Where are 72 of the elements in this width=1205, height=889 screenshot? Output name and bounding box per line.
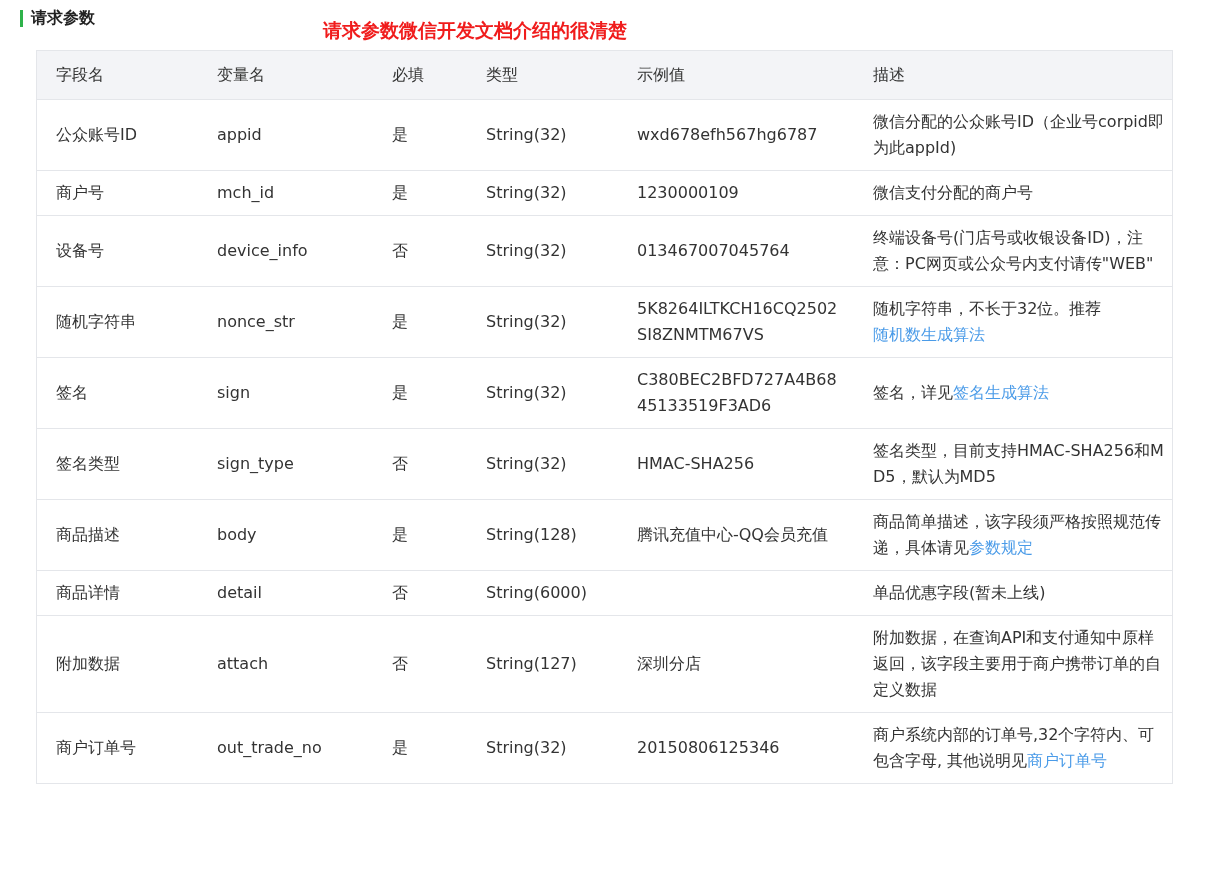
table-cell: HMAC-SHA256 [637,454,755,473]
table-cell: 是 [392,383,408,402]
doc-link[interactable]: 商户订单号 [1027,751,1108,770]
table-cell: sign_type [217,454,294,473]
table-cell: wxd678efh567hg6787 [637,125,818,144]
table-cell: 是 [392,183,408,202]
table-cell: C380BEC2BFD727A4B6845133519F3AD6 [637,370,837,415]
table-cell: 013467007045764 [637,241,790,260]
table-cell: body [217,525,257,544]
table-cell: 商品详情 [56,583,120,602]
table-cell: 随机字符串 [56,312,136,331]
accent-bar [20,10,23,27]
description-text: 单品优惠字段(暂未上线) [873,583,1046,602]
column-header: 示例值 [618,51,854,100]
doc-link[interactable]: 随机数生成算法 [873,325,985,344]
table-cell: appid [217,125,262,144]
table-cell: device_info [217,241,308,260]
table-cell: String(32) [486,125,567,144]
table-cell: String(127) [486,654,577,673]
table-cell: String(6000) [486,583,587,602]
table-cell: String(128) [486,525,577,544]
table-cell: 是 [392,125,408,144]
description-text: 商品简单描述，该字段须严格按照规范传递，具体请见参数规定 [873,512,1161,557]
description-text: 微信分配的公众账号ID（企业号corpid即为此appId) [873,112,1164,157]
table-cell: 是 [392,312,408,331]
column-header: 字段名 [37,51,198,100]
table-cell: 设备号 [56,241,104,260]
description-text: 微信支付分配的商户号 [873,183,1033,202]
doc-link[interactable]: 签名生成算法 [953,383,1049,402]
table-cell: 商户订单号 [56,738,136,757]
table-cell: 公众账号ID [56,125,138,144]
table-cell: 深圳分店 [637,654,701,673]
doc-link[interactable]: 参数规定 [969,538,1033,557]
table-cell: nonce_str [217,312,295,331]
annotation-text: 请求参数微信开发文档介绍的很清楚 [323,18,627,43]
table-cell: String(32) [486,312,567,331]
description-text: 商户系统内部的订单号,32个字符内、可包含字母, 其他说明见商户订单号 [873,725,1155,770]
description-text: 附加数据，在查询API和支付通知中原样返回，该字段主要用于商户携带订单的自定义数据 [873,628,1161,699]
table-cell: 签名 [56,383,88,402]
section-title: 请求参数 [31,8,95,29]
table-cell: String(32) [486,738,567,757]
description-text: 随机字符串，不长于32位。推荐 随机数生成算法 [873,299,1102,344]
table-cell: String(32) [486,183,567,202]
table-cell: 否 [392,454,408,473]
table-cell: String(32) [486,383,567,402]
table-cell: 1230000109 [637,183,739,202]
table-cell: out_trade_no [217,738,322,757]
column-header: 描述 [854,51,1172,100]
table-cell: 商品描述 [56,525,120,544]
column-header: 变量名 [198,51,373,100]
table-cell: 商户号 [56,183,104,202]
table-cell: 否 [392,241,408,260]
table-cell: detail [217,583,262,602]
table-cell: 签名类型 [56,454,120,473]
table-cell: 5K8264ILTKCH16CQ2502SI8ZNMTM67VS [637,299,838,344]
table-cell: 是 [392,525,408,544]
table-cell: String(32) [486,454,567,473]
description-text: 签名类型，目前支持HMAC-SHA256和MD5，默认为MD5 [873,441,1164,486]
table-cell: 20150806125346 [637,738,780,757]
table-cell: 附加数据 [56,654,120,673]
table-cell: 否 [392,654,408,673]
table-cell: 否 [392,583,408,602]
table-cell: String(32) [486,241,567,260]
table-cell: 腾讯充值中心-QQ会员充值 [637,525,828,544]
table-cell: mch_id [217,183,275,202]
description-text: 签名，详见签名生成算法 [873,383,1049,402]
description-text: 终端设备号(门店号或收银设备ID)，注意：PC网页或公众号内支付请传"WEB" [873,228,1154,273]
table-cell: 是 [392,738,408,757]
column-header: 类型 [467,51,618,100]
column-header: 必填 [373,51,467,100]
table-cell: attach [217,654,269,673]
table-cell: sign [217,383,251,402]
